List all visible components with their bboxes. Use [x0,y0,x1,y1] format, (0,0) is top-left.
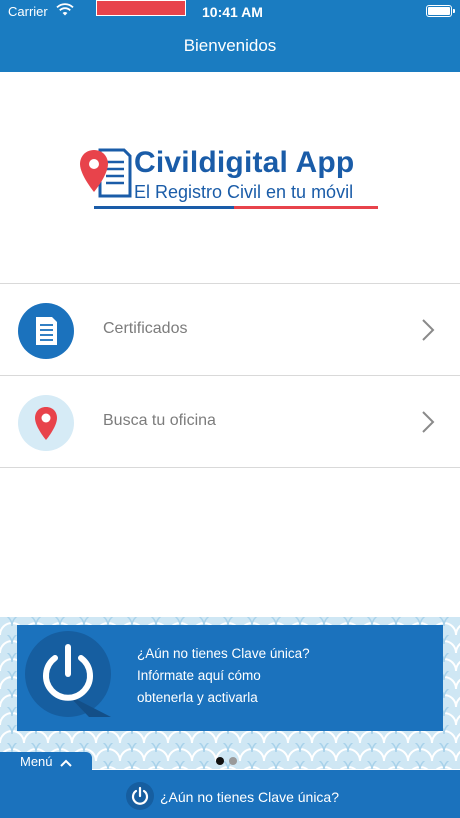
navigation-header: Carrier 10:41 AM Bienvenidos [0,0,460,72]
location-pin-icon [18,395,74,451]
banner-text: ¿Aún no tienes Clave única? Infórmate aq… [137,643,310,709]
status-time: 10:41 AM [202,4,263,20]
logo-underline-red [234,206,378,209]
bottom-bar: ¿Aún no tienes Clave única? [0,770,460,818]
page-dot[interactable] [229,757,237,765]
logo-title: Civildigital App [134,146,355,179]
list-item-certificados[interactable]: Certificados [0,284,460,376]
menu-label: Menú [20,754,53,769]
power-icon [126,782,154,810]
list-item-busca-oficina[interactable]: Busca tu oficina [0,376,460,468]
carrier-label: Carrier [8,4,48,19]
logo-document-pin-icon [80,148,132,198]
banner-line: ¿Aún no tienes Clave única? [137,646,310,661]
document-icon [18,303,74,359]
chevron-right-icon [422,319,435,341]
banner-line: Infórmate aquí cómo [137,668,261,683]
status-overlay-strip [96,0,186,16]
chevron-up-icon [60,759,72,767]
power-icon [25,631,111,717]
page-title: Bienvenidos [183,36,277,55]
wifi-icon [56,3,74,16]
banner-line: obtenerla y activarla [137,690,258,705]
logo-underline-blue [94,206,234,209]
app-logo: Civildigital App El Registro Civil en tu… [78,144,388,214]
list-item-label: Certificados [103,320,188,337]
logo-subtitle: El Registro Civil en tu móvil [134,182,354,202]
list-item-label: Busca tu oficina [103,412,216,429]
clave-unica-link[interactable]: ¿Aún no tienes Clave única? [160,789,339,805]
status-bar: Carrier 10:41 AM [0,0,460,24]
menu-toggle-button[interactable]: Menú [0,752,92,772]
clave-unica-banner[interactable]: ¿Aún no tienes Clave única? Infórmate aq… [17,625,443,731]
page-dot-active[interactable] [216,757,224,765]
chevron-right-icon [422,411,435,433]
battery-icon [426,5,455,17]
app-screen: Carrier 10:41 AM Bienvenidos Civildigita… [0,0,460,818]
page-indicator[interactable] [216,752,242,770]
list-divider [0,467,460,468]
